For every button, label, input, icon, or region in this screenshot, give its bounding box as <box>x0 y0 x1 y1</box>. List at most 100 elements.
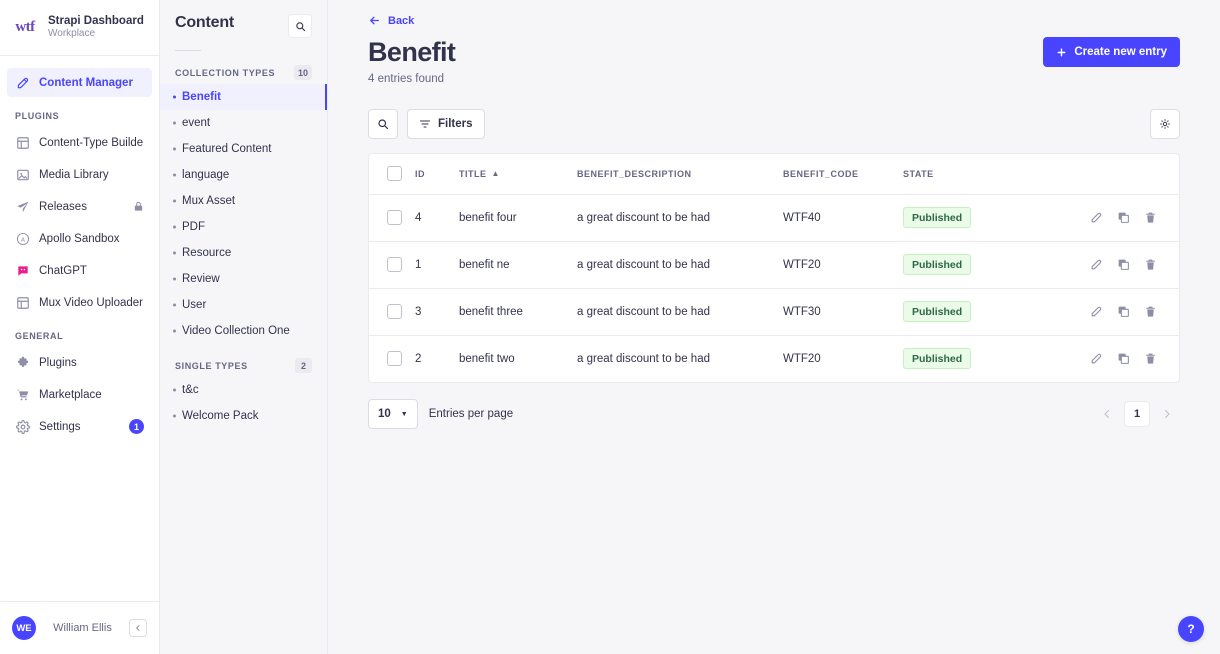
edit-icon[interactable] <box>1090 305 1103 318</box>
svg-text:A: A <box>21 237 25 243</box>
table-settings-button[interactable] <box>1150 109 1180 140</box>
sidebar-item-apollo-sandbox[interactable]: A Apollo Sandbox <box>7 224 152 253</box>
content-type-item-mux-asset[interactable]: Mux Asset <box>160 188 327 214</box>
single-type-item-welcome-pack[interactable]: Welcome Pack <box>160 403 327 429</box>
delete-icon[interactable] <box>1144 352 1157 365</box>
delete-icon[interactable] <box>1144 211 1157 224</box>
filter-icon <box>419 120 431 128</box>
duplicate-icon[interactable] <box>1117 305 1130 318</box>
content-type-item-benefit[interactable]: Benefit <box>160 84 327 110</box>
create-new-entry-button[interactable]: Create new entry <box>1043 37 1180 67</box>
content-type-item-language[interactable]: language <box>160 162 327 188</box>
duplicate-icon[interactable] <box>1117 258 1130 271</box>
sidebar-nav-list: Content Manager PLUGINS Content-Type Bui… <box>0 56 159 601</box>
sidebar-item-content-manager[interactable]: Content Manager <box>7 68 152 97</box>
content-type-item-review[interactable]: Review <box>160 266 327 292</box>
status-badge: Published <box>903 254 972 276</box>
content-type-label: User <box>182 299 207 311</box>
cell-actions <box>1023 194 1179 242</box>
next-page-button[interactable] <box>1154 401 1180 427</box>
row-select-cell <box>369 241 415 289</box>
edit-icon[interactable] <box>1090 258 1103 271</box>
page-title: Benefit <box>368 37 456 67</box>
search-button[interactable] <box>368 109 398 140</box>
duplicate-icon[interactable] <box>1117 352 1130 365</box>
avatar: WE <box>12 616 36 640</box>
layout-icon <box>15 135 30 150</box>
sidebar-item-settings[interactable]: Settings 1 <box>7 412 152 441</box>
row-checkbox[interactable] <box>387 304 402 320</box>
collection-types-header: COLLECTION TYPES 10 <box>175 65 312 80</box>
chevron-down-icon: ▼ <box>400 410 408 418</box>
content-type-item-featured-content[interactable]: Featured Content <box>160 136 327 162</box>
lock-icon <box>133 201 144 212</box>
table-row[interactable]: 1 benefit ne a great discount to be had … <box>369 241 1179 289</box>
header-select-all <box>369 154 415 195</box>
sidebar-item-marketplace[interactable]: Marketplace <box>7 380 152 409</box>
header-benefit-description[interactable]: BENEFIT_DESCRIPTION <box>577 154 783 195</box>
page-nav-group: 1 <box>1094 401 1180 428</box>
content-type-label: Benefit <box>182 91 221 103</box>
cell-title: benefit four <box>459 194 577 242</box>
single-type-label: Welcome Pack <box>182 410 259 422</box>
table-row[interactable]: 2 benefit two a great discount to be had… <box>369 335 1179 382</box>
sidebar-collapse-button[interactable] <box>129 619 147 637</box>
table-row[interactable]: 4 benefit four a great discount to be ha… <box>369 194 1179 242</box>
create-new-entry-label: Create new entry <box>1074 46 1167 58</box>
row-checkbox[interactable] <box>387 257 402 273</box>
row-checkbox[interactable] <box>387 210 402 226</box>
duplicate-icon[interactable] <box>1117 211 1130 224</box>
page-size-select[interactable]: 10 ▼ <box>368 399 418 430</box>
paper-plane-icon <box>15 199 30 214</box>
sidebar-item-content-type-builder[interactable]: Content-Type Builder <box>7 128 152 157</box>
previous-page-button[interactable] <box>1094 401 1120 427</box>
help-button[interactable]: ? <box>1178 616 1204 642</box>
page-number-button[interactable]: 1 <box>1124 401 1150 428</box>
select-all-checkbox[interactable] <box>387 166 402 182</box>
content-type-item-event[interactable]: event <box>160 110 327 136</box>
shopping-cart-icon <box>15 387 30 402</box>
content-type-item-resource[interactable]: Resource <box>160 240 327 266</box>
sidebar-item-label: Releases <box>39 200 87 213</box>
sidebar-item-chatgpt[interactable]: ChatGPT <box>7 256 152 285</box>
header-title[interactable]: TITLE ▲ <box>459 154 577 195</box>
brand-header[interactable]: wtf Strapi Dashboard Workplace <box>0 0 159 56</box>
sidebar-item-plugins[interactable]: Plugins <box>7 348 152 377</box>
sidebar-item-releases[interactable]: Releases <box>7 192 152 221</box>
table-header: ID TITLE ▲ BENEFIT_DESCRIPTION BENEFIT_C… <box>369 154 1179 195</box>
delete-icon[interactable] <box>1144 305 1157 318</box>
sidebar-user-footer[interactable]: WE William Ellis <box>0 601 159 654</box>
sidebar-item-label: Mux Video Uploader <box>39 296 143 309</box>
edit-icon[interactable] <box>1090 211 1103 224</box>
table-row[interactable]: 3 benefit three a great discount to be h… <box>369 288 1179 336</box>
page-heading-block: Benefit 4 entries found <box>368 37 456 86</box>
content-type-item-video-collection-one[interactable]: Video Collection One <box>160 318 327 344</box>
delete-icon[interactable] <box>1144 258 1157 271</box>
row-checkbox[interactable] <box>387 351 402 367</box>
chevron-right-icon <box>1164 409 1170 419</box>
pagination-bar: 10 ▼ Entries per page 1 <box>368 399 1180 430</box>
sidebar-item-label: Marketplace <box>39 388 102 401</box>
row-select-cell <box>369 288 415 336</box>
sidebar-item-label: Content-Type Builder <box>39 136 144 149</box>
content-panel-header: Content <box>175 0 312 38</box>
single-type-item-tc[interactable]: t&c <box>160 377 327 403</box>
sidebar-item-label: ChatGPT <box>39 264 87 277</box>
table-toolbar: Filters <box>368 109 1180 140</box>
apollo-circle-icon: A <box>15 231 30 246</box>
arrow-left-icon <box>370 16 379 25</box>
sidebar-item-label: Content Manager <box>39 76 133 89</box>
entries-found-label: 4 entries found <box>368 73 445 86</box>
sidebar-item-mux-video-uploader[interactable]: Mux Video Uploader <box>7 288 152 317</box>
content-type-item-user[interactable]: User <box>160 292 327 318</box>
header-id[interactable]: ID <box>415 154 459 195</box>
content-search-button[interactable] <box>288 14 312 38</box>
content-type-item-pdf[interactable]: PDF <box>160 214 327 240</box>
back-link[interactable]: Back <box>368 14 414 27</box>
filters-button[interactable]: Filters <box>407 109 485 140</box>
status-badge: Published <box>903 348 972 370</box>
header-state[interactable]: STATE <box>903 154 1023 195</box>
header-benefit-code[interactable]: BENEFIT_CODE <box>783 154 903 195</box>
edit-icon[interactable] <box>1090 352 1103 365</box>
sidebar-item-media-library[interactable]: Media Library <box>7 160 152 189</box>
